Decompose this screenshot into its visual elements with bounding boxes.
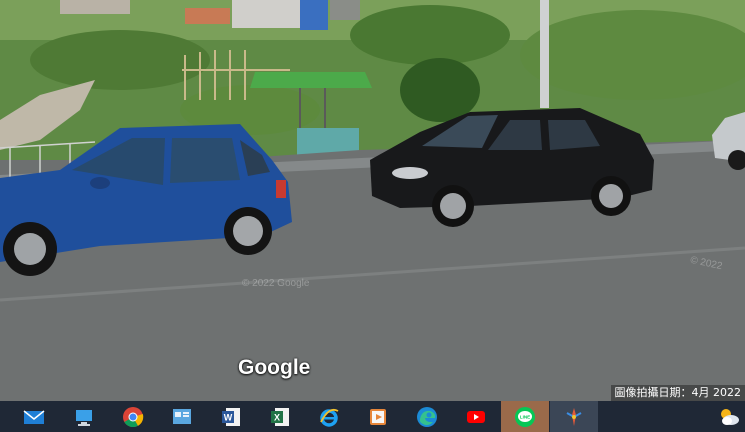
taskbar-paint[interactable] (550, 401, 598, 432)
svg-text:W: W (224, 412, 233, 422)
taskbar-youtube[interactable] (452, 401, 500, 432)
taskbar-excel[interactable]: X (256, 401, 304, 432)
taskbar-word[interactable]: W (207, 401, 255, 432)
taskbar-edge[interactable] (403, 401, 451, 432)
this-pc-icon (76, 409, 92, 426)
google-logo: Google (238, 356, 311, 379)
copyright-watermark: © 2022 Google (242, 278, 310, 289)
control-panel-icon (173, 408, 191, 424)
weather-icon[interactable] (717, 405, 741, 429)
image-capture-date: 圖像拍攝日期：4月 2022 (610, 385, 745, 401)
excel-icon: X (271, 407, 289, 426)
edge-icon (417, 406, 437, 427)
line-icon: LINE (515, 406, 535, 427)
taskbar-chrome[interactable] (109, 401, 157, 432)
taskbar-internet-explorer[interactable] (305, 401, 353, 432)
taskbar-this-pc[interactable] (60, 401, 108, 432)
taskbar-mail[interactable] (10, 401, 58, 432)
svg-text:X: X (274, 412, 280, 422)
youtube-icon (467, 410, 485, 423)
windows-taskbar: W X LINE (0, 401, 745, 432)
line-icon-label: LINE (520, 414, 530, 419)
internet-explorer-icon (320, 408, 339, 427)
taskbar-control-panel[interactable] (158, 401, 206, 432)
mail-icon (23, 409, 45, 424)
taskbar-line[interactable]: LINE (501, 401, 549, 432)
chrome-icon (123, 406, 144, 427)
taskbar-media-player[interactable] (354, 401, 402, 432)
paint-icon (566, 407, 582, 426)
street-view-panorama[interactable]: Google © 2022 Google © 2022 圖像拍攝日期：4月 20… (0, 0, 745, 401)
media-player-icon (370, 408, 386, 425)
word-icon: W (222, 407, 240, 426)
